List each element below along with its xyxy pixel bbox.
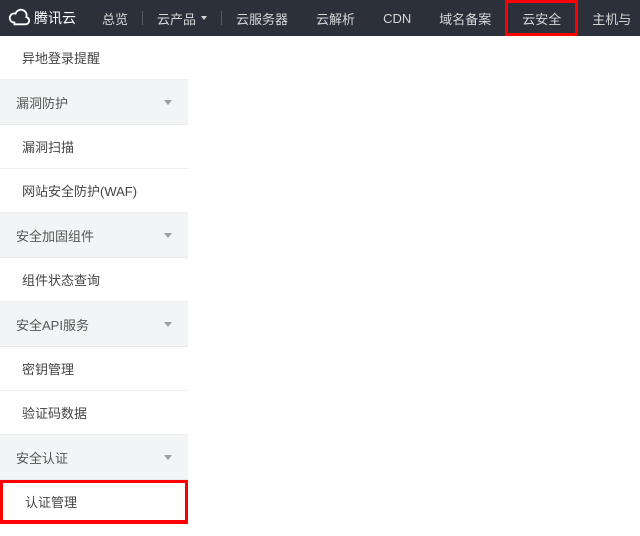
nav-cloud-dns[interactable]: 云解析 <box>302 0 369 36</box>
brand[interactable]: 腾讯云 <box>8 7 88 29</box>
sidebar-item-waf[interactable]: 网站安全防护(WAF) <box>0 169 188 213</box>
sidebar-group-security-harden[interactable]: 安全加固组件 <box>0 213 188 258</box>
chevron-down-icon <box>164 322 172 327</box>
nav-overview[interactable]: 总览 <box>88 0 142 36</box>
sidebar-item-label: 组件状态查询 <box>22 270 100 289</box>
sidebar-item-label: 验证码数据 <box>22 403 87 422</box>
sidebar-item-label: 异地登录提醒 <box>22 48 100 67</box>
sidebar-item-captcha-data[interactable]: 验证码数据 <box>0 391 188 435</box>
top-navigation: 腾讯云 总览 云产品 云服务器 云解析 CDN 域名备案 云安全 主机与 <box>0 0 640 36</box>
sidebar-group-security-auth[interactable]: 安全认证 <box>0 435 188 480</box>
nav-cloud-server[interactable]: 云服务器 <box>222 0 302 36</box>
sidebar: 异地登录提醒 漏洞防护 漏洞扫描 网站安全防护(WAF) 安全加固组件 组件状态… <box>0 36 188 524</box>
sidebar-item-vuln-scan[interactable]: 漏洞扫描 <box>0 125 188 169</box>
nav-items: 总览 云产品 云服务器 云解析 CDN 域名备案 云安全 主机与 <box>88 0 640 36</box>
sidebar-group-label: 漏洞防护 <box>16 93 68 112</box>
chevron-down-icon <box>164 455 172 460</box>
sidebar-item-remote-login-alert[interactable]: 异地登录提醒 <box>0 36 188 80</box>
nav-cloud-security[interactable]: 云安全 <box>505 0 578 36</box>
sidebar-item-cert-mgmt[interactable]: 认证管理 <box>0 480 188 524</box>
sidebar-item-component-status[interactable]: 组件状态查询 <box>0 258 188 302</box>
sidebar-group-label: 安全加固组件 <box>16 226 94 245</box>
sidebar-item-key-mgmt[interactable]: 密钥管理 <box>0 347 188 391</box>
nav-domain-beian[interactable]: 域名备案 <box>425 0 505 36</box>
chevron-down-icon <box>164 100 172 105</box>
chevron-down-icon <box>164 233 172 238</box>
sidebar-group-label: 安全API服务 <box>16 315 89 334</box>
sidebar-group-label: 安全认证 <box>16 448 68 467</box>
sidebar-item-label: 网站安全防护(WAF) <box>22 181 137 200</box>
cloud-logo-icon <box>8 7 30 29</box>
nav-host[interactable]: 主机与 <box>578 0 640 36</box>
sidebar-item-label: 漏洞扫描 <box>22 137 74 156</box>
nav-cdn[interactable]: CDN <box>369 0 425 36</box>
nav-cloud-products[interactable]: 云产品 <box>143 0 221 36</box>
brand-name: 腾讯云 <box>34 8 76 28</box>
sidebar-item-label: 认证管理 <box>25 492 77 511</box>
sidebar-group-security-api[interactable]: 安全API服务 <box>0 302 188 347</box>
sidebar-group-vuln-protection[interactable]: 漏洞防护 <box>0 80 188 125</box>
sidebar-item-label: 密钥管理 <box>22 359 74 378</box>
